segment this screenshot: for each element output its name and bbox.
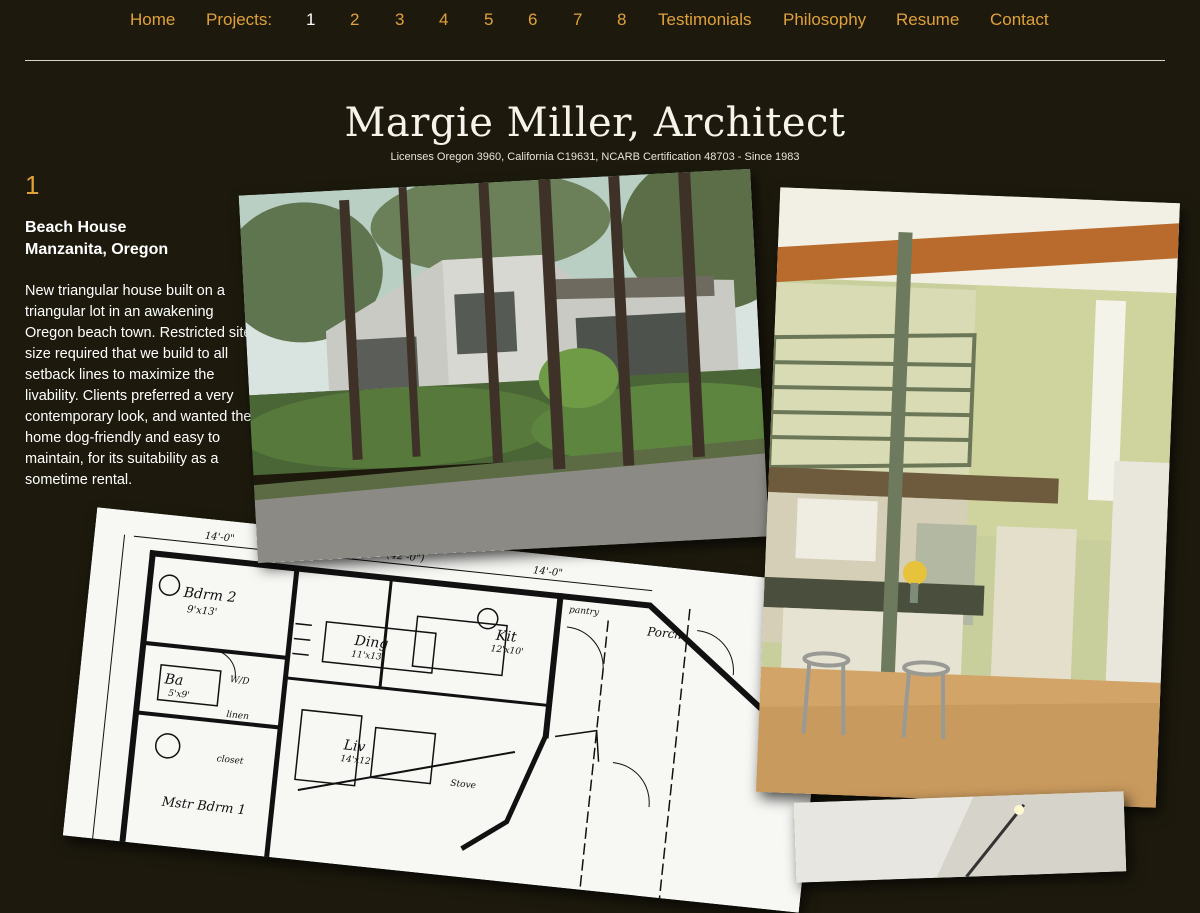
interior-photo[interactable] <box>756 187 1180 808</box>
nav-testimonials-link[interactable]: Testimonials <box>658 10 752 30</box>
additional-photo-preview <box>793 791 1127 883</box>
plan-label-liv: Liv <box>342 737 366 755</box>
nav-divider <box>25 60 1165 61</box>
beach-house-exterior <box>238 168 770 564</box>
nav-project-3-link[interactable]: 3 <box>395 10 404 30</box>
nav-projects-label: Projects: <box>206 10 273 29</box>
plan-label-kit: Kit <box>494 628 517 646</box>
plan-label-wd: W/D <box>229 675 249 687</box>
beach-house-interior <box>756 187 1180 808</box>
plan-label-ba-size: 5'x9' <box>168 689 190 701</box>
floor-plan-image[interactable]: Bdrm 2 9'x13' Ba 5'x9' Ding 11'x13' Kit … <box>62 507 834 913</box>
project-name: Beach House Manzanita, Oregon <box>25 217 168 261</box>
nav-project-1-link[interactable]: 1 <box>306 10 315 30</box>
nav-contact-link[interactable]: Contact <box>990 10 1049 30</box>
nav-philosophy-link[interactable]: Philosophy <box>783 10 866 30</box>
project-description: New triangular house built on a triangul… <box>25 283 252 488</box>
nav-home-link[interactable]: Home <box>130 10 175 30</box>
nav-project-5-link[interactable]: 5 <box>484 10 493 30</box>
site-title: Margie Miller, Architect <box>344 100 846 146</box>
nav-project-8-link[interactable]: 8 <box>617 10 626 30</box>
additional-photo[interactable] <box>793 791 1127 883</box>
floor-plan-drawing: Bdrm 2 9'x13' Ba 5'x9' Ding 11'x13' Kit … <box>62 507 834 913</box>
project-location: Manzanita, Oregon <box>25 241 169 258</box>
project-number: 1 <box>25 170 40 200</box>
nav-resume-link[interactable]: Resume <box>896 10 959 30</box>
top-nav: Home Projects: 1 2 3 4 5 6 7 8 Testimoni… <box>0 0 1200 42</box>
nav-project-6-link[interactable]: 6 <box>528 10 537 30</box>
nav-project-4-link[interactable]: 4 <box>439 10 448 30</box>
plan-label-ba: Ba <box>163 671 184 689</box>
project-title: Beach House <box>25 219 127 236</box>
exterior-photo[interactable] <box>238 168 770 564</box>
nav-project-7-link[interactable]: 7 <box>573 10 582 30</box>
site-subtitle: Licenses Oregon 3960, California C19631,… <box>390 151 800 163</box>
nav-project-2-link[interactable]: 2 <box>350 10 359 30</box>
